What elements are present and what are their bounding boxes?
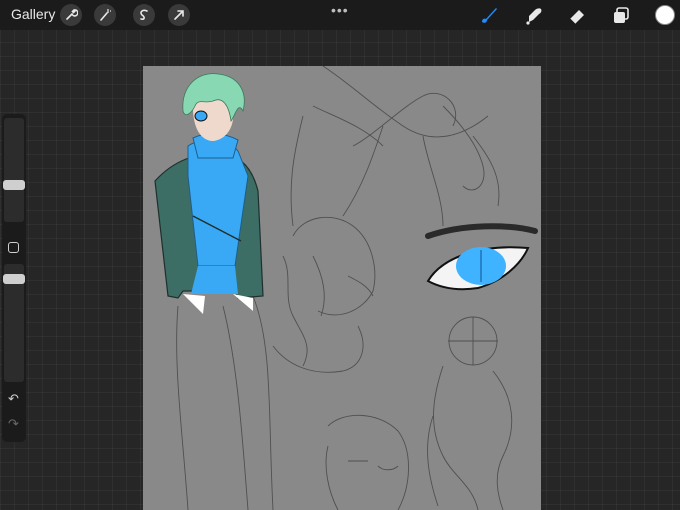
drawing-canvas[interactable] bbox=[143, 66, 541, 510]
side-toolbar: ↶ ↷ bbox=[2, 114, 26, 442]
modify-button[interactable] bbox=[8, 242, 19, 253]
undo-icon[interactable]: ↶ bbox=[8, 391, 19, 407]
opacity-slider[interactable] bbox=[3, 264, 25, 382]
color-picker-swatch[interactable] bbox=[655, 5, 675, 25]
selection-icon[interactable] bbox=[133, 4, 155, 26]
eraser-icon[interactable] bbox=[566, 4, 588, 26]
brush-size-thumb[interactable] bbox=[3, 180, 25, 190]
layers-icon[interactable] bbox=[610, 4, 632, 26]
gallery-button[interactable]: Gallery bbox=[11, 6, 55, 22]
magic-wand-icon[interactable] bbox=[94, 4, 116, 26]
top-toolbar: Gallery ••• bbox=[0, 0, 680, 30]
more-options-button[interactable]: ••• bbox=[331, 2, 349, 18]
artwork bbox=[154, 66, 538, 510]
brush-icon[interactable] bbox=[478, 4, 500, 26]
brush-size-slider[interactable] bbox=[3, 118, 25, 222]
smudge-icon[interactable] bbox=[523, 4, 545, 26]
transform-arrow-icon[interactable] bbox=[168, 4, 190, 26]
wrench-icon[interactable] bbox=[60, 4, 82, 26]
opacity-thumb[interactable] bbox=[3, 274, 25, 284]
redo-icon[interactable]: ↷ bbox=[8, 416, 19, 432]
